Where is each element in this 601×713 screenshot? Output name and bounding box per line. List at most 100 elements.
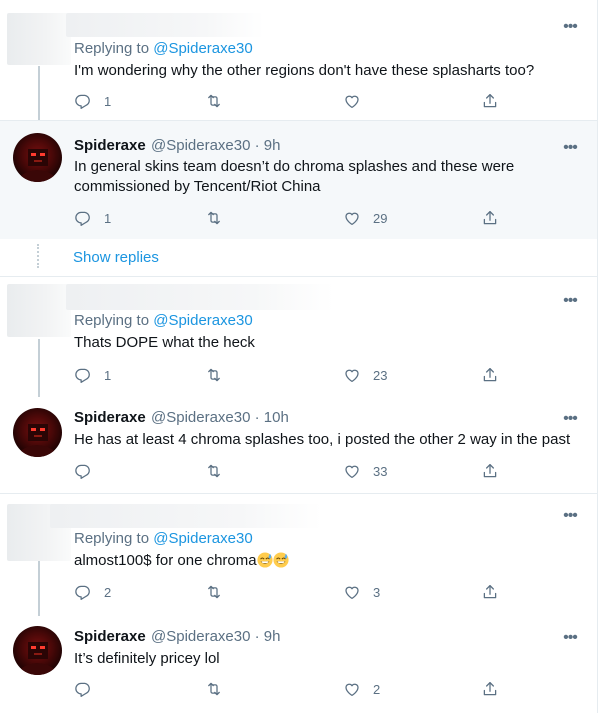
heart-icon — [343, 92, 361, 110]
more-options-icon[interactable]: ••• — [560, 630, 580, 647]
reply-icon — [74, 92, 92, 110]
tweet-text: almost100$ for one chroma — [74, 551, 579, 571]
heart-icon — [343, 680, 361, 698]
author-name[interactable]: Spideraxe — [74, 137, 146, 154]
replying-to-prefix: Replying to — [74, 530, 150, 547]
retweet-button[interactable] — [205, 208, 235, 228]
retweet-button[interactable] — [205, 365, 235, 385]
tweet-text: He has at least 4 chroma splashes too, i… — [74, 431, 571, 448]
retweet-icon — [205, 583, 223, 601]
reply-icon — [74, 680, 92, 698]
more-options-icon[interactable]: ••• — [560, 411, 580, 428]
reply-icon — [74, 583, 92, 601]
author-handle[interactable]: @Spideraxe30 · 9h — [151, 137, 280, 154]
more-options-icon[interactable]: ••• — [560, 508, 580, 525]
heart-icon — [343, 462, 361, 480]
thread-more-indicator — [37, 244, 41, 268]
reply-button[interactable]: 2 — [74, 582, 111, 602]
grinning-face-with-sweat-emoji — [257, 552, 273, 568]
tweet-text: Thats DOPE what the heck — [74, 334, 255, 351]
reply-count: 1 — [104, 93, 112, 109]
thread-connector — [38, 561, 40, 616]
like-button[interactable]: 3 — [343, 582, 380, 602]
like-button[interactable]: 29 — [343, 208, 387, 228]
retweet-icon — [205, 462, 223, 480]
show-replies-link[interactable]: Show replies — [73, 249, 159, 266]
share-button[interactable] — [481, 208, 499, 228]
retweet-button[interactable] — [205, 461, 235, 481]
like-button[interactable]: 2 — [343, 679, 380, 699]
grinning-face-with-sweat-emoji — [273, 552, 289, 568]
heart-icon — [343, 366, 361, 384]
replying-to-prefix: Replying to — [74, 40, 150, 57]
like-count: 2 — [373, 681, 381, 697]
heart-icon — [343, 209, 361, 227]
more-options-icon[interactable]: ••• — [560, 293, 580, 310]
heart-icon — [343, 583, 361, 601]
more-options-icon[interactable]: ••• — [560, 19, 580, 36]
replying-to: Replying to @Spideraxe30 — [74, 312, 253, 329]
replying-to: Replying to @Spideraxe30 — [74, 40, 253, 57]
like-button[interactable] — [343, 91, 373, 111]
redacted-avatar — [7, 13, 71, 65]
like-count: 3 — [373, 584, 381, 600]
share-icon — [481, 462, 499, 480]
reply-button[interactable] — [74, 679, 104, 699]
tweet-text: In general skins team doesn’t do chroma … — [74, 158, 515, 195]
retweet-icon — [205, 92, 223, 110]
share-icon — [481, 92, 499, 110]
tweet-text-body: almost100$ for one chroma — [74, 552, 257, 569]
author-name[interactable]: Spideraxe — [74, 409, 146, 426]
share-button[interactable] — [481, 91, 499, 111]
replying-to-mention-link[interactable]: @Spideraxe30 — [153, 530, 252, 547]
replying-to: Replying to @Spideraxe30 — [74, 530, 253, 547]
tweet-text: I'm wondering why the other regions don'… — [74, 62, 535, 79]
author-handle[interactable]: @Spideraxe30 · 10h — [151, 409, 289, 426]
reply-icon — [74, 462, 92, 480]
like-count: 33 — [373, 463, 388, 479]
thread-connector — [38, 66, 40, 120]
share-icon — [481, 583, 499, 601]
redacted-author-name — [66, 13, 264, 37]
retweet-icon — [205, 209, 223, 227]
reply-icon — [74, 366, 92, 384]
retweet-button[interactable] — [205, 679, 235, 699]
share-button[interactable] — [481, 582, 499, 602]
share-button[interactable] — [481, 365, 499, 385]
replying-to-mention-link[interactable]: @Spideraxe30 — [153, 312, 252, 329]
retweet-icon — [205, 366, 223, 384]
retweet-button[interactable] — [205, 582, 235, 602]
replying-to-mention-link[interactable]: @Spideraxe30 — [153, 40, 252, 57]
share-icon — [481, 209, 499, 227]
like-count: 29 — [373, 210, 388, 226]
reply-count: 1 — [104, 367, 112, 383]
share-button[interactable] — [481, 679, 499, 699]
reply-icon — [74, 209, 92, 227]
more-options-icon[interactable]: ••• — [560, 140, 580, 157]
reply-thread-column: ••• Replying to @Spideraxe30 I'm wonderi… — [0, 0, 598, 713]
avatar[interactable] — [13, 626, 62, 675]
replying-to-prefix: Replying to — [74, 312, 150, 329]
thread-connector — [38, 339, 40, 397]
like-button[interactable]: 33 — [343, 461, 387, 481]
redacted-author-name — [66, 284, 334, 310]
reply-button[interactable]: 1 — [74, 91, 111, 111]
avatar[interactable] — [13, 408, 62, 457]
tweet-text: It’s definitely pricey lol — [74, 650, 220, 667]
like-count: 23 — [373, 367, 388, 383]
reply-count: 2 — [104, 584, 112, 600]
share-icon — [481, 366, 499, 384]
redacted-avatar — [7, 284, 71, 337]
retweet-button[interactable] — [205, 91, 235, 111]
redacted-author-name — [50, 504, 322, 528]
avatar[interactable] — [13, 133, 62, 182]
like-button[interactable]: 23 — [343, 365, 387, 385]
reply-button[interactable]: 1 — [74, 365, 111, 385]
author-handle[interactable]: @Spideraxe30 · 9h — [151, 628, 280, 645]
retweet-icon — [205, 680, 223, 698]
reply-count: 1 — [104, 210, 112, 226]
author-name[interactable]: Spideraxe — [74, 628, 146, 645]
reply-button[interactable] — [74, 461, 104, 481]
share-button[interactable] — [481, 461, 499, 481]
reply-button[interactable]: 1 — [74, 208, 111, 228]
